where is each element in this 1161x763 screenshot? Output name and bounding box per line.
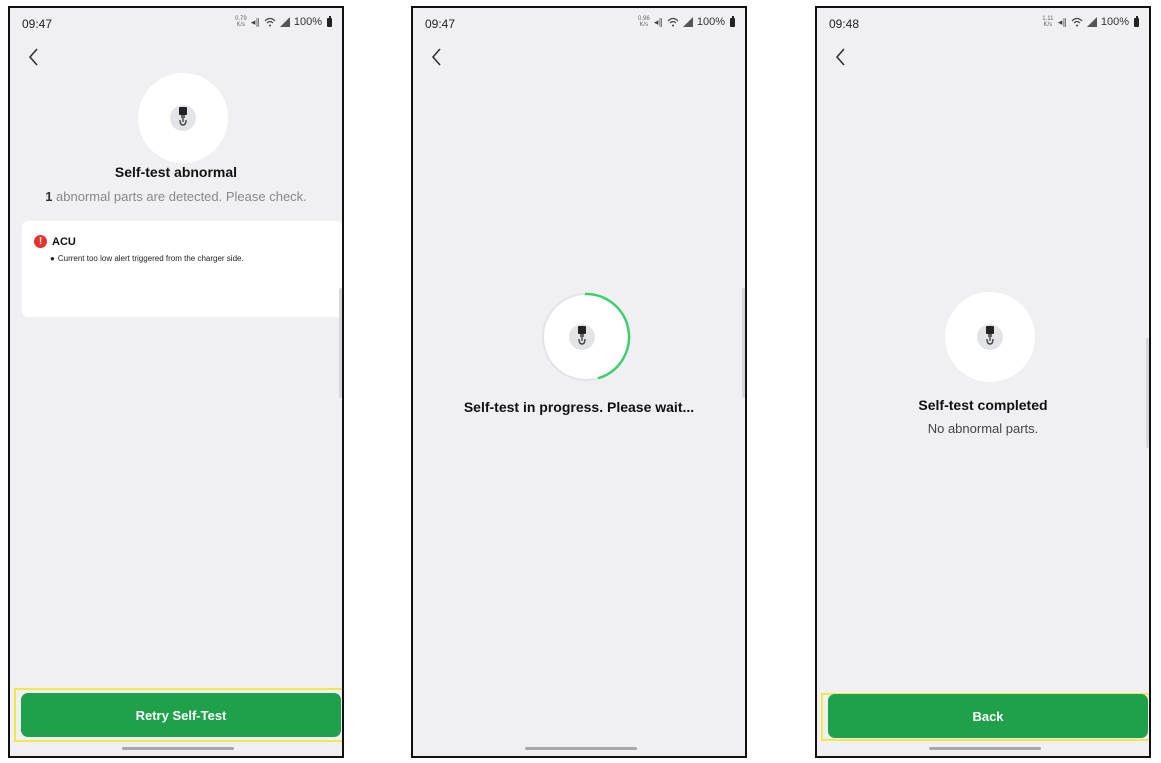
net-speed: 0.96 K/s — [637, 16, 650, 28]
status-time: 09:48 — [829, 17, 860, 31]
back-button[interactable]: Back — [828, 694, 1148, 738]
status-bar: 09:47 0.96 K/s ◂∥ 100% — [413, 8, 745, 36]
cellular-signal-icon — [682, 17, 693, 27]
progress-ring — [541, 292, 631, 387]
status-icons: 0.96 K/s ◂∥ 100% — [638, 16, 735, 28]
charger-icon — [569, 324, 595, 350]
battery-icon — [1134, 16, 1139, 27]
page-title: Self-test abnormal — [114, 164, 238, 180]
charger-icon-circle — [138, 73, 228, 163]
screen-self-test-in-progress: 09:47 0.96 K/s ◂∥ 100% Self-test in prog… — [411, 6, 747, 758]
completed-subtitle: No abnormal parts. — [927, 421, 1039, 436]
sim-signal-icon: ◂∥ — [653, 16, 663, 27]
wifi-icon — [667, 17, 679, 27]
retry-self-test-button[interactable]: Retry Self-Test — [21, 693, 341, 737]
scroll-indicator — [742, 288, 745, 398]
status-time: 09:47 — [22, 17, 53, 31]
error-card: ! ACU ● Current too low alert triggered … — [22, 221, 342, 317]
status-icons: 1.11 K/s ◂∥ 100% — [1042, 16, 1139, 28]
charger-icon — [170, 105, 196, 131]
progress-title: Self-test in progress. Please wait... — [463, 399, 695, 415]
screen-self-test-completed: 09:48 1.11 K/s ◂∥ 100% Self-test complet… — [815, 6, 1151, 758]
exclamation-icon: ! — [34, 235, 47, 248]
charger-icon-circle — [945, 292, 1035, 382]
abnormal-count: 1 — [45, 189, 53, 204]
cellular-signal-icon — [1086, 17, 1097, 27]
battery-percent: 100% — [696, 16, 725, 28]
back-arrow-icon[interactable] — [832, 46, 850, 68]
battery-icon — [327, 16, 332, 27]
charger-icon — [977, 324, 1003, 350]
battery-percent: 100% — [1100, 16, 1129, 28]
status-icons: 0.79 K/s ◂∥ 100% — [235, 16, 332, 28]
back-arrow-icon[interactable] — [25, 46, 43, 68]
scroll-indicator — [1146, 338, 1149, 448]
completed-title: Self-test completed — [918, 397, 1048, 413]
abnormal-summary-text: abnormal parts are detected. Please chec… — [56, 189, 307, 204]
status-bar: 09:48 1.11 K/s ◂∥ 100% — [817, 8, 1149, 36]
sim-signal-icon: ◂∥ — [250, 16, 260, 27]
error-header: ! ACU — [34, 235, 330, 248]
bullet-icon: ● — [50, 254, 55, 263]
scroll-indicator — [339, 288, 342, 398]
net-speed: 0.79 K/s — [234, 16, 247, 28]
issue-item: ● Current too low alert triggered from t… — [50, 254, 325, 264]
home-indicator[interactable] — [929, 747, 1041, 750]
net-speed: 1.11 K/s — [1042, 16, 1054, 28]
back-arrow-icon[interactable] — [428, 46, 446, 68]
wifi-icon — [264, 17, 276, 27]
status-bar: 09:47 0.79 K/s ◂∥ 100% — [10, 8, 342, 36]
component-name: ACU — [52, 235, 76, 248]
issue-text: Current too low alert triggered from the… — [57, 254, 244, 263]
cellular-signal-icon — [279, 17, 290, 27]
home-indicator[interactable] — [525, 747, 637, 750]
abnormal-summary: 1 abnormal parts are detected. Please ch… — [10, 189, 342, 204]
screen-self-test-abnormal: 09:47 0.79 K/s ◂∥ 100% Self-test abnorma… — [8, 6, 344, 758]
battery-icon — [730, 16, 735, 27]
home-indicator[interactable] — [122, 747, 234, 750]
status-time: 09:47 — [425, 17, 456, 31]
battery-percent: 100% — [293, 16, 322, 28]
sim-signal-icon: ◂∥ — [1057, 16, 1067, 27]
wifi-icon — [1071, 17, 1083, 27]
